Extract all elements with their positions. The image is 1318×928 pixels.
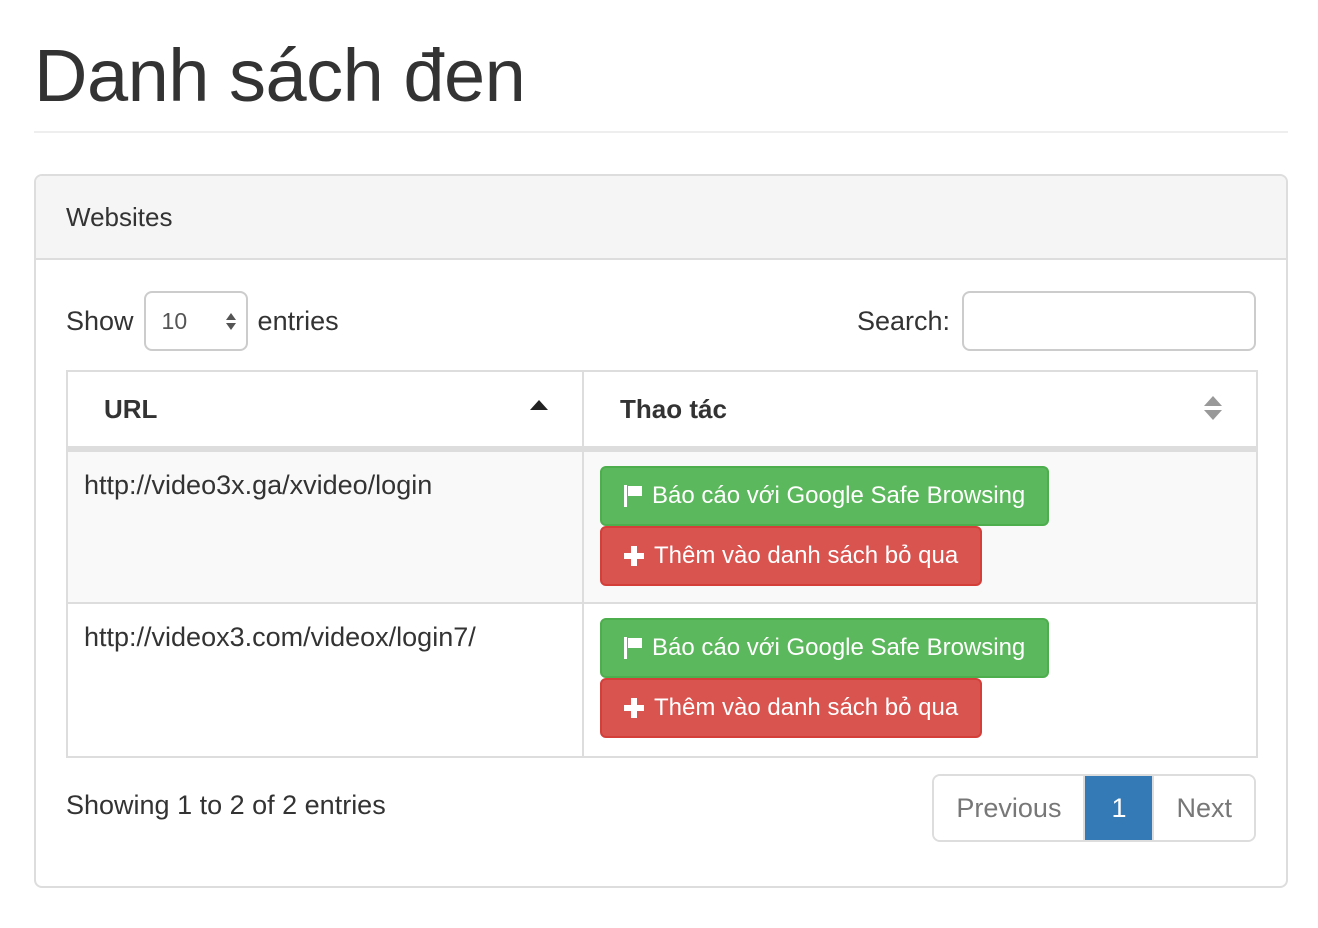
sort-asc-icon bbox=[530, 400, 548, 410]
panel-heading: Websites bbox=[36, 176, 1286, 260]
entries-label: entries bbox=[257, 305, 339, 336]
plus-icon bbox=[624, 546, 644, 566]
search-control: Search: bbox=[857, 290, 1256, 352]
table-row: http://video3x.ga/xvideo/login Báo cáo v… bbox=[66, 448, 1258, 604]
table-info: Showing 1 to 2 of 2 entries bbox=[66, 790, 386, 820]
table-controls: Show 10 entries Search: bbox=[36, 260, 1286, 370]
url-cell: http://video3x.ga/xvideo/login bbox=[66, 448, 584, 604]
report-google-safe-browsing-button[interactable]: Báo cáo với Google Safe Browsing bbox=[600, 466, 1050, 526]
sort-both-icon bbox=[1204, 396, 1222, 420]
page-title: Danh sách đen bbox=[34, 34, 526, 117]
report-google-safe-browsing-button[interactable]: Báo cáo với Google Safe Browsing bbox=[600, 618, 1050, 678]
search-input[interactable] bbox=[962, 291, 1256, 351]
table-header-row: URL Thao tác bbox=[66, 370, 1258, 452]
column-header-url-label: URL bbox=[104, 393, 158, 424]
page-1-button[interactable]: 1 bbox=[1085, 776, 1153, 840]
select-arrows-icon bbox=[225, 312, 236, 330]
pagination: Previous 1 Next bbox=[932, 774, 1256, 842]
flag-icon bbox=[624, 637, 642, 659]
add-to-ignore-list-button[interactable]: Thêm vào danh sách bỏ qua bbox=[600, 678, 983, 738]
column-header-url[interactable]: URL bbox=[66, 370, 584, 452]
previous-page-button[interactable]: Previous bbox=[934, 776, 1086, 840]
column-header-actions-label: Thao tác bbox=[620, 393, 727, 424]
entries-length-control: Show 10 entries bbox=[66, 290, 339, 352]
flag-icon bbox=[624, 485, 642, 507]
entries-per-page-select[interactable]: 10 bbox=[143, 291, 248, 351]
websites-panel: Websites Show 10 entries Search: URL Tha… bbox=[34, 174, 1288, 888]
websites-table: URL Thao tác http://video3x.ga/xvideo/lo… bbox=[66, 370, 1258, 758]
plus-icon bbox=[624, 698, 644, 718]
entries-per-page-value: 10 bbox=[161, 307, 188, 334]
show-label: Show bbox=[66, 305, 134, 336]
report-button-label: Báo cáo với Google Safe Browsing bbox=[652, 634, 1026, 661]
add-to-ignore-list-button[interactable]: Thêm vào danh sách bỏ qua bbox=[600, 526, 983, 586]
actions-cell: Báo cáo với Google Safe Browsing Thêm và… bbox=[582, 602, 1258, 758]
ignore-button-label: Thêm vào danh sách bỏ qua bbox=[654, 694, 959, 721]
panel-heading-label: Websites bbox=[66, 201, 173, 232]
title-divider bbox=[34, 131, 1288, 133]
ignore-button-label: Thêm vào danh sách bỏ qua bbox=[654, 542, 959, 569]
report-button-label: Báo cáo với Google Safe Browsing bbox=[652, 482, 1026, 509]
actions-cell: Báo cáo với Google Safe Browsing Thêm và… bbox=[582, 448, 1258, 604]
search-label: Search: bbox=[856, 305, 950, 336]
next-page-button[interactable]: Next bbox=[1152, 776, 1254, 840]
column-header-actions[interactable]: Thao tác bbox=[582, 370, 1258, 452]
url-cell: http://videox3.com/videox/login7/ bbox=[66, 602, 584, 758]
table-row: http://videox3.com/videox/login7/ Báo cá… bbox=[66, 602, 1258, 758]
